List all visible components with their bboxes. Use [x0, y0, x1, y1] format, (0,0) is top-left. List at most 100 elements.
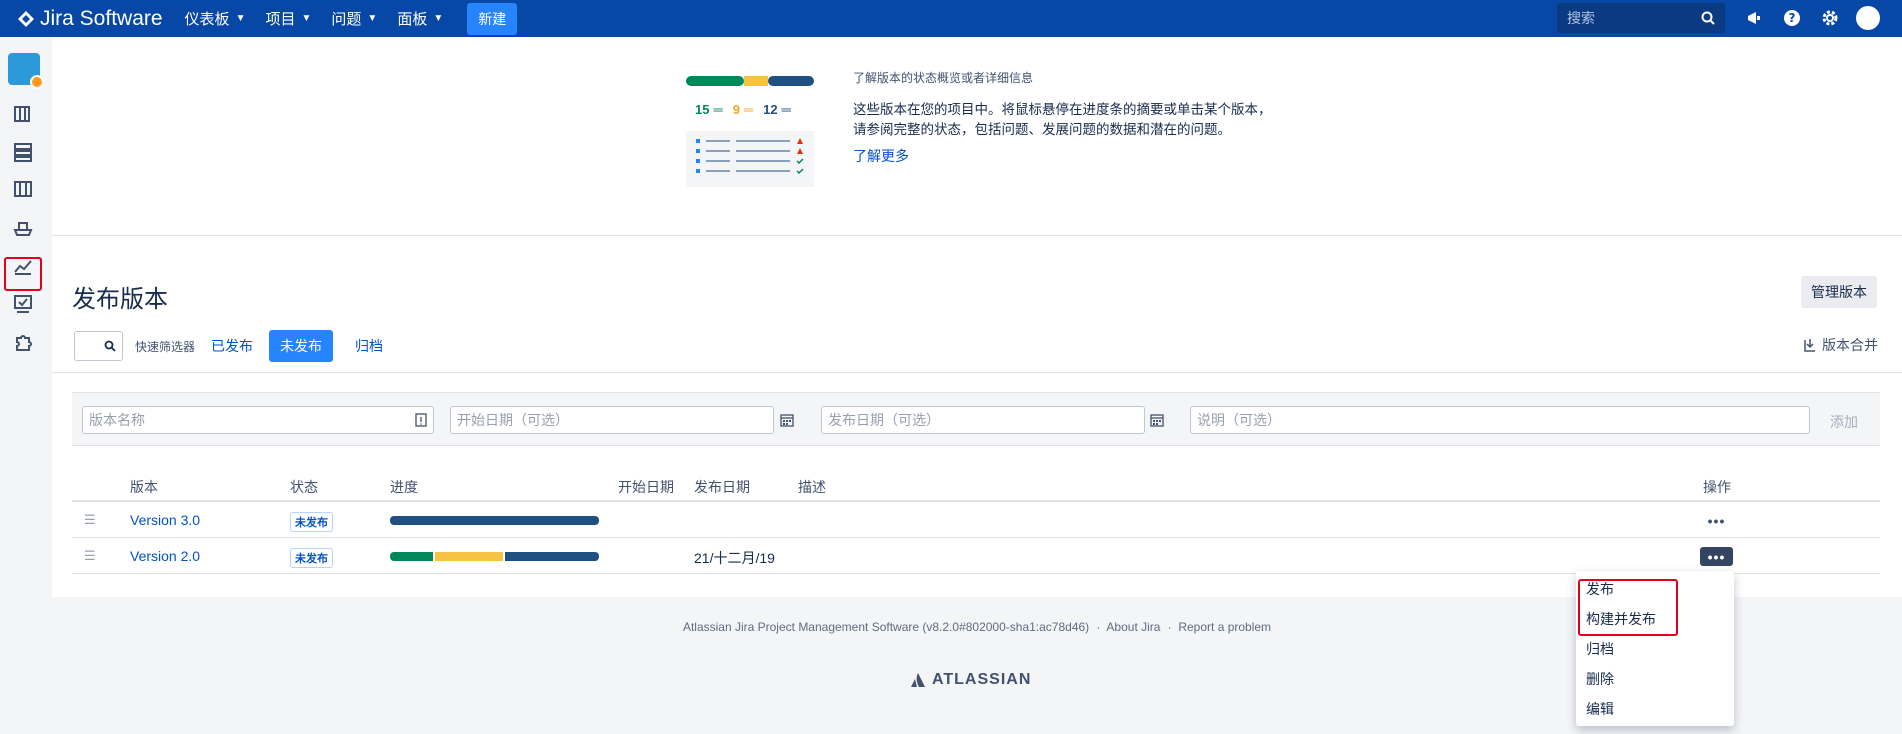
help-icon[interactable]: ? [1780, 6, 1804, 30]
create-button[interactable]: 新建 [467, 2, 518, 35]
chevron-down-icon: ▼ [301, 13, 312, 24]
start-date-input[interactable]: 开始日期（可选） [450, 406, 774, 434]
megaphone-icon[interactable] [1742, 6, 1766, 30]
equals-icon: ═ [743, 102, 754, 117]
report-problem-link[interactable]: Report a problem [1178, 620, 1271, 634]
release-date-input[interactable]: 发布日期（可选） [821, 406, 1145, 434]
table-row[interactable]: ☰ Version 2.0 未发布 21/十二月/19 ••• [72, 538, 1880, 574]
header-status: 状态 [290, 479, 318, 495]
nav-dashboards[interactable]: 仪表板 ▼ [185, 8, 246, 29]
header-release-date: 发布日期 [694, 479, 750, 495]
search-icon [104, 340, 116, 352]
project-badge [30, 75, 44, 89]
version-name-placeholder: 版本名称 [89, 412, 145, 428]
progress-bar[interactable] [390, 552, 599, 561]
search-input[interactable]: 搜索 [1557, 3, 1725, 33]
header-start-date: 开始日期 [618, 479, 674, 495]
tab-unreleased[interactable]: 未发布 [269, 330, 334, 362]
version-link[interactable]: Version 3.0 [130, 512, 200, 528]
release-date: 21/十二月/19 [694, 550, 775, 566]
more-actions-button[interactable]: ••• [1700, 547, 1733, 566]
quick-filter-label: 快速筛选器 [135, 339, 196, 354]
header-actions: 操作 [1703, 479, 1731, 495]
board-icon[interactable] [12, 178, 34, 200]
add-version-form: 版本名称 开始日期（可选） 发布日期（可选） 说明（可选） 添加 [72, 392, 1880, 446]
versions-table: 版本 状态 进度 开始日期 发布日期 描述 操作 ☰ Version 3.0 未… [72, 471, 1880, 574]
nav-projects[interactable]: 项目 ▼ [265, 8, 311, 29]
releases-icon[interactable] [12, 217, 34, 239]
menu-item-archive[interactable]: 归档 [1586, 639, 1614, 659]
count-done: 15 [695, 102, 710, 117]
header-progress: 进度 [390, 479, 418, 495]
project-avatar[interactable] [8, 53, 44, 89]
reports-icon[interactable] [12, 255, 34, 277]
issues-icon[interactable] [12, 141, 34, 163]
nav-boards-label: 面板 [397, 11, 428, 28]
description-placeholder: 说明（可选） [1197, 412, 1281, 428]
tab-archived[interactable]: 归档 [355, 336, 383, 356]
version-name-input[interactable]: 版本名称 [82, 406, 434, 434]
chevron-down-icon: ▼ [367, 13, 378, 24]
addons-icon[interactable] [12, 331, 34, 353]
illus-counts: 15 ═ 9 ═ 12 ═ [695, 102, 825, 117]
release-date-placeholder: 发布日期（可选） [828, 412, 940, 428]
manage-versions-button[interactable]: 管理版本 [1801, 276, 1877, 308]
table-row[interactable]: ☰ Version 3.0 未发布 ••• [72, 502, 1880, 538]
top-icons: ? [1742, 6, 1880, 30]
add-button[interactable]: 添加 [1830, 412, 1858, 432]
menu-item-edit[interactable]: 编辑 [1586, 699, 1614, 719]
atlassian-icon [911, 673, 925, 687]
calendar-icon[interactable] [780, 413, 794, 427]
nav-issues[interactable]: 问题 ▼ [331, 8, 377, 29]
merge-icon [1804, 339, 1815, 352]
menu-item-delete[interactable]: 删除 [1586, 669, 1614, 689]
more-actions-button[interactable]: ••• [1700, 511, 1733, 530]
equals-icon: ═ [713, 102, 723, 117]
top-navigation: Jira Software 仪表板 ▼ 项目 ▼ 问题 ▼ 面板 ▼ 新建 搜索 ? [0, 0, 1902, 37]
versions-illustration: 15 ═ 9 ═ 12 ═ [686, 76, 816, 191]
nav-boards[interactable]: 面板 ▼ [397, 8, 443, 29]
start-date-placeholder: 开始日期（可选） [457, 412, 569, 428]
about-jira-link[interactable]: About Jira [1106, 620, 1160, 634]
tests-icon[interactable] [12, 293, 34, 315]
calendar-icon[interactable] [1150, 413, 1164, 427]
info-card-icon [415, 413, 427, 427]
divider [52, 372, 1902, 373]
quick-search-input[interactable] [74, 331, 123, 361]
svg-text:?: ? [1789, 11, 1796, 25]
chevron-down-icon: ▼ [433, 13, 444, 24]
version-link[interactable]: Version 2.0 [130, 548, 200, 564]
description-input[interactable]: 说明（可选） [1190, 406, 1810, 434]
gear-icon[interactable] [1818, 6, 1842, 30]
footer: Atlassian Jira Project Management Softwa… [52, 618, 1902, 634]
app-name: Jira Software [40, 6, 163, 30]
status-badge: 未发布 [290, 512, 333, 532]
footer-separator: · [1164, 620, 1179, 634]
search-placeholder: 搜索 [1567, 10, 1595, 26]
merge-label: 版本合并 [1822, 337, 1878, 353]
search-icon [1701, 11, 1715, 25]
progress-done [390, 552, 434, 561]
header-description: 描述 [798, 479, 826, 495]
backlog-icon[interactable] [12, 103, 34, 125]
intro-text: 了解版本的状态概览或者详细信息 这些版本在您的项目中。将鼠标悬停在进度条的摘要或… [853, 69, 1273, 166]
learn-more-link[interactable]: 了解更多 [853, 146, 1273, 166]
tab-released[interactable]: 已发布 [211, 336, 253, 356]
page-title: 发布版本 [72, 286, 168, 313]
drag-handle-icon[interactable]: ☰ [84, 549, 96, 562]
merge-versions-link[interactable]: 版本合并 [1802, 335, 1878, 355]
table-header: 版本 状态 进度 开始日期 发布日期 描述 操作 [72, 471, 1880, 502]
sidebar [0, 37, 44, 734]
footer-version-text: Atlassian Jira Project Management Softwa… [682, 620, 1090, 634]
filter-bar: 快速筛选器 已发布 未发布 归档 [74, 330, 405, 362]
jira-diamond-icon [18, 10, 34, 27]
count-todo: 12 [763, 102, 778, 117]
avatar[interactable] [1856, 6, 1880, 30]
jira-logo[interactable]: Jira Software [18, 7, 163, 31]
status-badge: 未发布 [290, 548, 333, 568]
equals-icon: ═ [781, 102, 791, 117]
header-version: 版本 [130, 479, 158, 495]
atlassian-wordmark: ATLASSIAN [932, 671, 1032, 688]
progress-bar[interactable] [390, 516, 599, 525]
drag-handle-icon[interactable]: ☰ [84, 513, 96, 526]
